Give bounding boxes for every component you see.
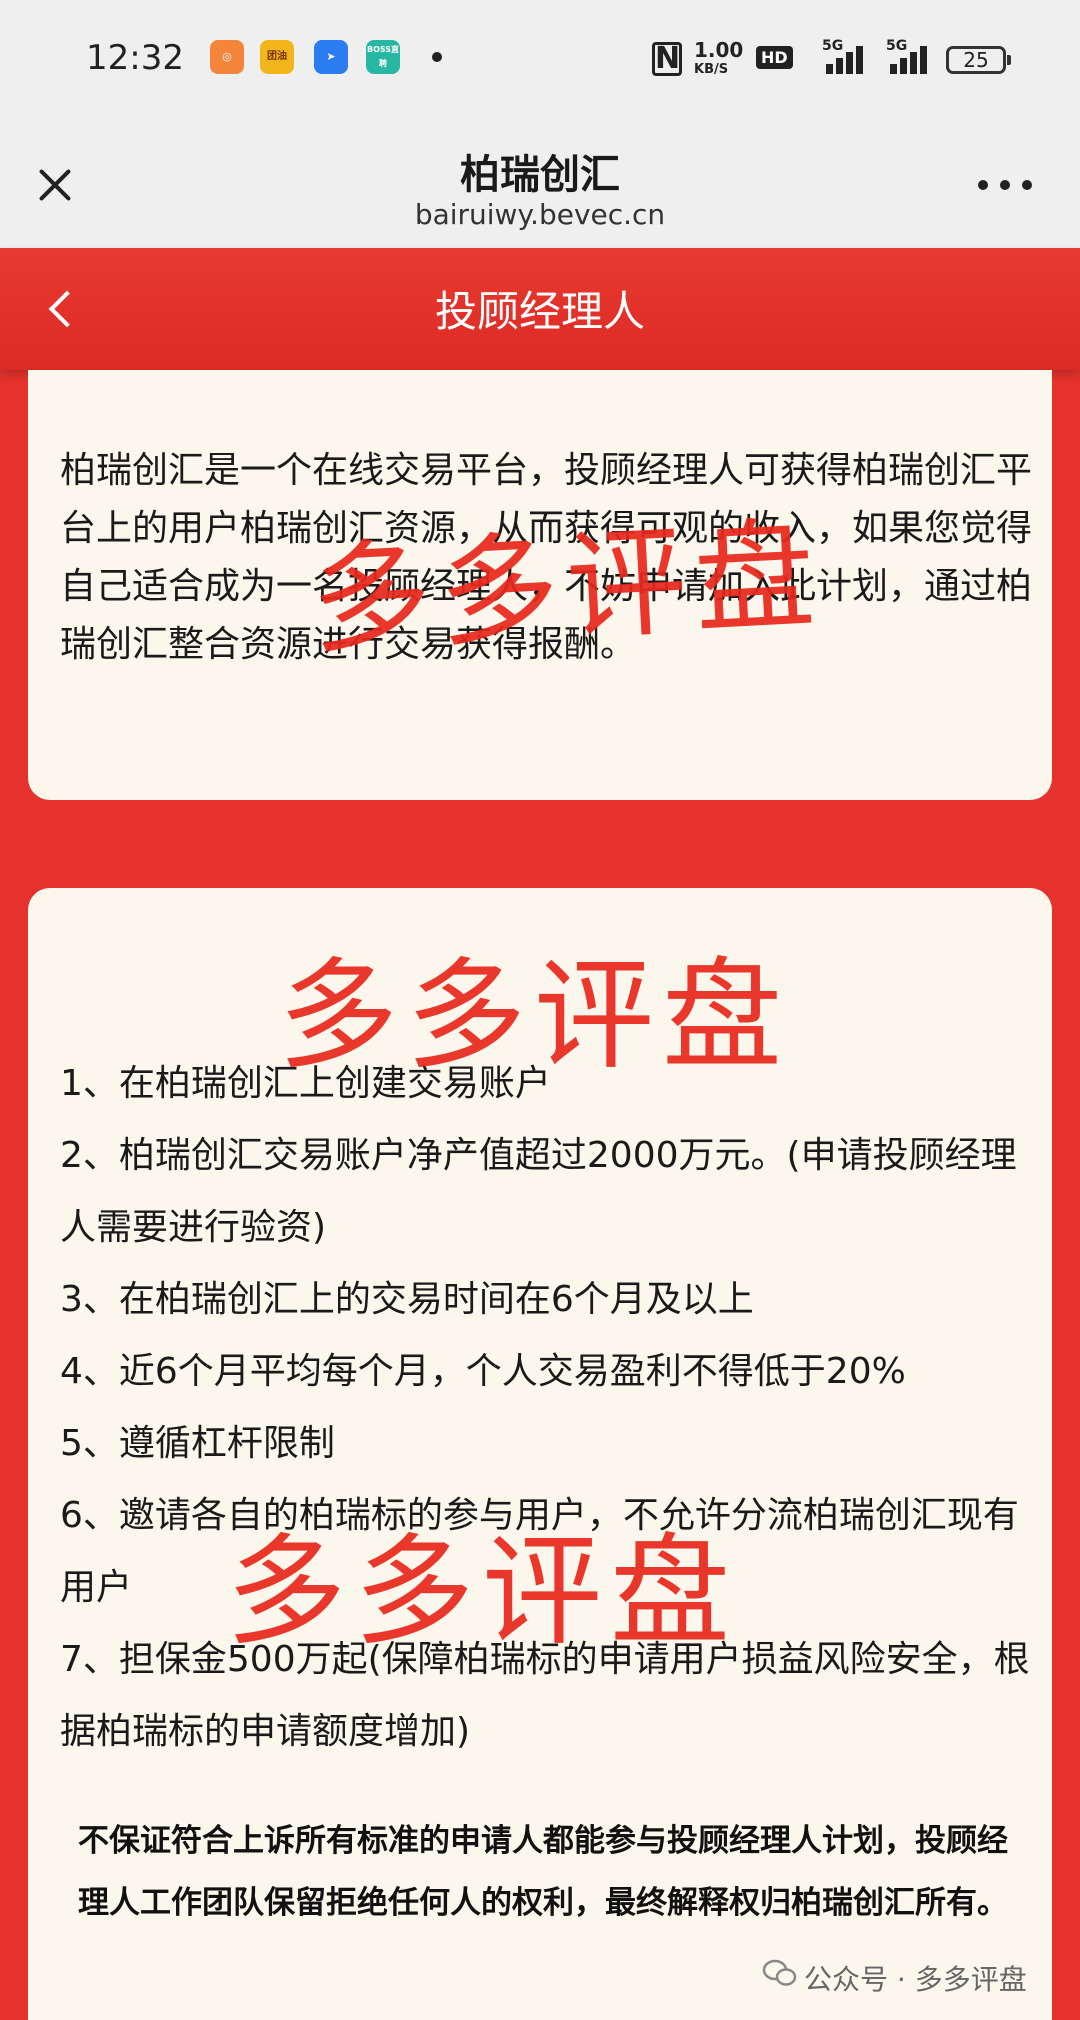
page-title: 投顾经理人 bbox=[434, 287, 645, 336]
list-item: 3、在柏瑞创汇上的交易时间在6个月及以上 bbox=[60, 1279, 754, 1320]
watermark-text: 多多评盘 bbox=[226, 1523, 738, 1662]
dingtalk-icon: ➤ bbox=[314, 40, 348, 74]
battery-icon: 25 bbox=[946, 46, 1011, 74]
network-speed: 1.00 KB/S bbox=[694, 40, 743, 80]
hd-badge: HD bbox=[756, 46, 793, 69]
source-label: 公众号 · 多多评盘 bbox=[804, 1963, 1027, 1996]
tuanyou-icon: 团油 bbox=[260, 40, 294, 74]
status-bar: 12:32 ◎ 团油 ➤ BOSS直聘 N 1.00 KB/S HD 5G 5G… bbox=[0, 0, 1080, 120]
browser-title-bar: 柏瑞创汇 bairuiwy.bevec.cn bbox=[0, 120, 1080, 248]
signal-1-icon bbox=[822, 42, 868, 74]
speed-unit: KB/S bbox=[694, 62, 729, 77]
boss-zhipin-icon: BOSS直聘 bbox=[366, 40, 400, 74]
watermark-text: 多多评盘 bbox=[278, 947, 790, 1086]
status-time: 12:32 bbox=[86, 38, 184, 78]
list-item: 4、近6个月平均每个月，个人交易盈利不得低于20% bbox=[60, 1351, 906, 1392]
wechat-official-account-icon bbox=[762, 1959, 797, 1986]
page-header: 投顾经理人 bbox=[0, 248, 1080, 370]
signal-2-icon bbox=[886, 42, 932, 74]
speed-value: 1.00 bbox=[694, 38, 744, 62]
more-options-icon[interactable] bbox=[978, 180, 1034, 194]
site-url: bairuiwy.bevec.cn bbox=[414, 198, 666, 231]
nfc-icon: N bbox=[652, 42, 682, 76]
list-item: 5、遵循杠杆限制 bbox=[60, 1423, 335, 1464]
site-title: 柏瑞创汇 bbox=[460, 152, 620, 198]
notification-dot bbox=[432, 52, 442, 62]
meituan-icon: ◎ bbox=[210, 40, 244, 74]
watermark-text: 多多评盘 bbox=[307, 505, 826, 672]
list-item: 2、柏瑞创汇交易账户净产值超过2000万元。(申请投顾经理人需要进行验资) bbox=[60, 1135, 1017, 1248]
disclaimer-text: 不保证符合上诉所有标准的申请人都能参与投顾经理人计划，投顾经理人工作团队保留拒绝… bbox=[78, 1823, 1008, 1921]
